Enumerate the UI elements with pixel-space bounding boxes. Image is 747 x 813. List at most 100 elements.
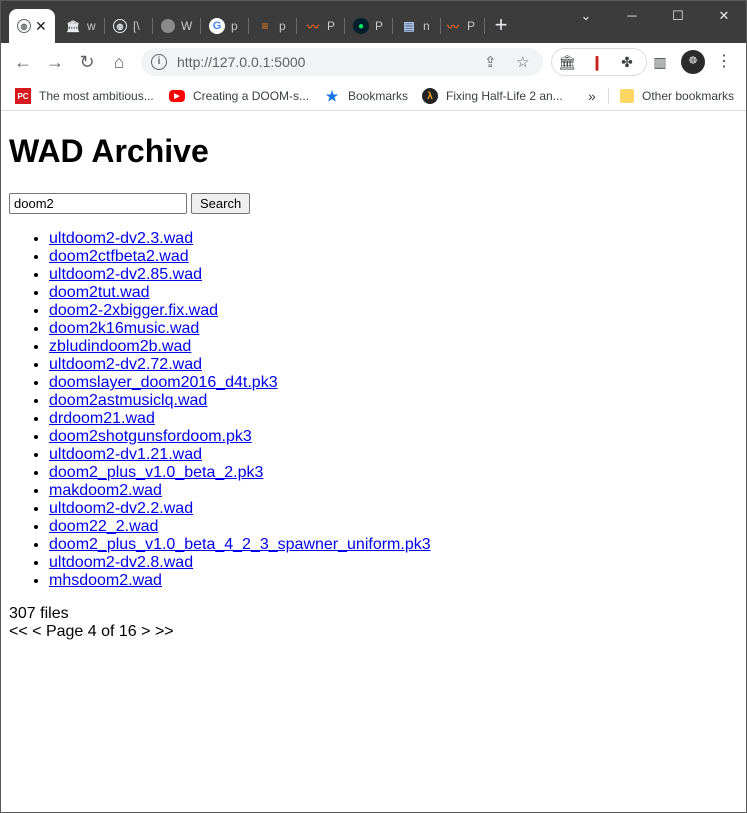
menu-kebab-icon[interactable]: ⋮ xyxy=(713,51,735,73)
forward-icon[interactable]: → xyxy=(43,50,67,74)
extensions-puzzle-icon[interactable]: ✤ xyxy=(616,51,638,73)
new-tab-button[interactable]: + xyxy=(491,14,511,36)
file-link[interactable]: drdoom21.wad xyxy=(49,410,155,427)
extensions-group: 🏛 ❙ ✤ xyxy=(551,48,647,76)
page-content: WAD Archive Search ultdoom2-dv2.3.waddoo… xyxy=(1,112,746,812)
file-list-item: ultdoom2-dv2.3.wad xyxy=(49,230,431,248)
tab-label: n xyxy=(423,19,430,33)
tab-3[interactable]: W xyxy=(153,9,201,43)
file-link[interactable]: doom2-2xbigger.fix.wad xyxy=(49,302,218,319)
file-link[interactable]: zbludindoom2b.wad xyxy=(49,338,191,355)
tab-strip: ◍ ✕ 🏛 w ◍ [\ W G p ≡ p 〰 P ● P ▤ n 〰 P +… xyxy=(1,1,746,43)
tab-label: p xyxy=(231,19,238,33)
back-icon[interactable]: ← xyxy=(11,50,35,74)
tab-2[interactable]: ◍ [\ xyxy=(105,9,153,43)
share-icon[interactable]: ⇪ xyxy=(484,53,497,71)
file-link[interactable]: doom2ctfbeta2.wad xyxy=(49,248,189,265)
star-icon: ★ xyxy=(325,87,339,104)
museum-icon: 🏛 xyxy=(66,20,80,33)
bookmarks-bar: PC The most ambitious... ▶ Creating a DO… xyxy=(1,81,746,111)
extension-museum-icon[interactable]: 🏛 xyxy=(556,51,578,73)
bookmark-item[interactable]: ▶ Creating a DOOM-s... xyxy=(169,86,309,106)
prev-page-link[interactable]: < xyxy=(32,623,41,640)
tab-1[interactable]: 🏛 w xyxy=(57,9,105,43)
home-icon[interactable]: ⌂ xyxy=(107,50,131,74)
file-link[interactable]: ultdoom2-dv2.85.wad xyxy=(49,266,202,283)
browser-window: ◍ ✕ 🏛 w ◍ [\ W G p ≡ p 〰 P ● P ▤ n 〰 P +… xyxy=(0,0,747,813)
globe-icon xyxy=(161,19,175,33)
file-link[interactable]: doom2k16music.wad xyxy=(49,320,199,337)
tab-search-icon[interactable]: ⌄ xyxy=(564,5,608,27)
doom-icon: 〰 xyxy=(446,19,459,34)
extension-red-icon[interactable]: ❙ xyxy=(586,51,608,73)
tab-label: p xyxy=(279,19,286,33)
tab-label: [\ xyxy=(133,19,140,33)
file-link[interactable]: ultdoom2-dv2.2.wad xyxy=(49,500,193,517)
bookmark-item[interactable]: ★ Bookmarks xyxy=(324,86,408,106)
maximize-button[interactable]: ☐ xyxy=(656,5,700,27)
search-button[interactable]: Search xyxy=(191,193,251,214)
file-list-item: doom2ctfbeta2.wad xyxy=(49,248,431,266)
tab-6[interactable]: 〰 P xyxy=(297,9,345,43)
tab-4[interactable]: G p xyxy=(201,9,249,43)
file-link[interactable]: ultdoom2-dv1.21.wad xyxy=(49,446,202,463)
file-list-item: ultdoom2-dv2.85.wad xyxy=(49,266,431,284)
file-link[interactable]: makdoom2.wad xyxy=(49,482,162,499)
bookmark-label: Fixing Half-Life 2 an... xyxy=(446,89,563,103)
file-link[interactable]: ultdoom2-dv2.3.wad xyxy=(49,230,193,247)
file-link[interactable]: doom2tut.wad xyxy=(49,284,150,301)
bookmarks-overflow-button[interactable]: » xyxy=(588,86,596,106)
last-page-link[interactable]: >> xyxy=(155,623,174,640)
file-link[interactable]: doom2shotgunsfordoom.pk3 xyxy=(49,428,252,445)
file-link[interactable]: doom2_plus_v1.0_beta_2.pk3 xyxy=(49,464,263,481)
search-input[interactable] xyxy=(9,193,187,214)
bookmark-label: The most ambitious... xyxy=(39,89,154,103)
reload-icon[interactable]: ↻ xyxy=(75,50,99,74)
file-list-item: doom2_plus_v1.0_beta_4_2_3_spawner_unifo… xyxy=(49,536,431,554)
file-link[interactable]: doom2astmusiclq.wad xyxy=(49,392,207,409)
address-url[interactable]: http://127.0.0.1:5000 xyxy=(177,54,305,70)
close-tab-icon[interactable]: ✕ xyxy=(35,18,47,35)
tab-7[interactable]: ● P xyxy=(345,9,393,43)
file-link[interactable]: ultdoom2-dv2.8.wad xyxy=(49,554,193,571)
file-link[interactable]: doomslayer_doom2016_d4t.pk3 xyxy=(49,374,278,391)
file-link[interactable]: doom2_plus_v1.0_beta_4_2_3_spawner_unifo… xyxy=(49,536,431,553)
stackoverflow-icon: ≡ xyxy=(261,19,269,33)
file-list-item: ultdoom2-dv2.2.wad xyxy=(49,500,431,518)
profile-avatar[interactable]: ☸ xyxy=(681,50,705,74)
minimize-button[interactable]: ─ xyxy=(610,5,654,27)
file-link[interactable]: doom22_2.wad xyxy=(49,518,158,535)
close-window-button[interactable]: ✕ xyxy=(702,5,746,27)
bookmark-star-icon[interactable]: ☆ xyxy=(516,53,529,71)
bookmark-item[interactable]: λ Fixing Half-Life 2 an... xyxy=(422,86,563,106)
bookmark-item[interactable]: PC The most ambitious... xyxy=(15,86,154,106)
file-list-item: makdoom2.wad xyxy=(49,482,431,500)
file-list-item: doom2-2xbigger.fix.wad xyxy=(49,302,431,320)
page-title: WAD Archive xyxy=(9,133,209,169)
file-link[interactable]: mhsdoom2.wad xyxy=(49,572,162,589)
file-list-item: ultdoom2-dv1.21.wad xyxy=(49,446,431,464)
tab-label: P xyxy=(467,19,476,33)
file-list-item: mhsdoom2.wad xyxy=(49,572,431,590)
address-bar[interactable]: i http://127.0.0.1:5000 ⇪ ☆ xyxy=(141,48,543,76)
site-info-icon[interactable]: i xyxy=(151,54,167,70)
side-panel-icon[interactable]: ▥ xyxy=(649,51,671,73)
tab-5[interactable]: ≡ p xyxy=(249,9,297,43)
tab-8[interactable]: ▤ n xyxy=(393,9,441,43)
file-link[interactable]: ultdoom2-dv2.72.wad xyxy=(49,356,202,373)
folder-icon xyxy=(620,89,634,103)
other-bookmarks[interactable]: Other bookmarks xyxy=(620,86,734,106)
browser-toolbar: ← → ↻ ⌂ i http://127.0.0.1:5000 ⇪ ☆ 🏛 ❙ … xyxy=(1,43,746,81)
tab-active[interactable]: ◍ ✕ xyxy=(9,9,55,43)
file-list-item: doom2astmusiclq.wad xyxy=(49,392,431,410)
tab-label: w xyxy=(87,19,96,33)
globe-icon: ◍ xyxy=(17,19,31,33)
first-page-link[interactable]: << xyxy=(9,623,28,640)
next-page-link[interactable]: > xyxy=(141,623,150,640)
file-list-item: ultdoom2-dv2.72.wad xyxy=(49,356,431,374)
file-list-item: doom2shotgunsfordoom.pk3 xyxy=(49,428,431,446)
file-list-item: doom22_2.wad xyxy=(49,518,431,536)
google-icon: G xyxy=(209,18,225,34)
tab-9[interactable]: 〰 P xyxy=(437,9,485,43)
tab-separator xyxy=(484,18,485,34)
